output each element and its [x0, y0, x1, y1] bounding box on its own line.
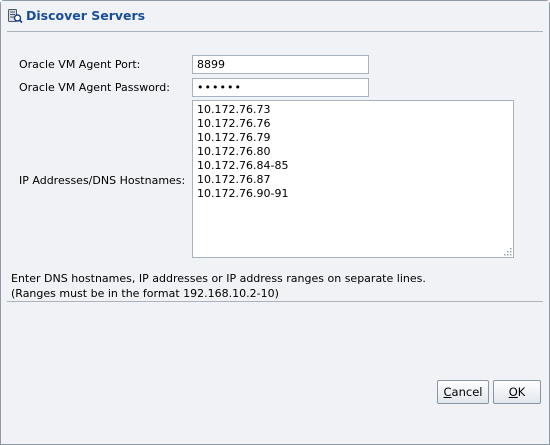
agent-password-input[interactable]: ••••••: [192, 78, 369, 97]
ip-line: 10.172.76.87: [197, 173, 271, 186]
help-line: (Ranges must be in the format 192.168.10…: [11, 287, 279, 300]
ip-line: 10.172.76.90-91: [197, 187, 289, 200]
help-divider: [7, 301, 543, 302]
cancel-mnemonic: C: [443, 385, 452, 399]
discover-servers-dialog: Discover Servers Oracle VM Agent Port: O…: [0, 0, 550, 445]
ip-line: 10.172.76.84-85: [197, 159, 289, 172]
cancel-button[interactable]: Cancel: [437, 380, 489, 404]
ok-mnemonic: O: [508, 385, 518, 399]
help-text: Enter DNS hostnames, IP addresses or IP …: [11, 271, 426, 301]
ok-label: K: [517, 385, 526, 399]
title-divider: [7, 31, 543, 32]
ip-hostnames-label: IP Addresses/DNS Hostnames:: [19, 174, 186, 187]
ip-line: 10.172.76.80: [197, 145, 271, 158]
ip-line: 10.172.76.76: [197, 117, 271, 130]
help-line: Enter DNS hostnames, IP addresses or IP …: [11, 272, 426, 285]
ip-line: 10.172.76.73: [197, 103, 271, 116]
ok-button[interactable]: OK: [493, 380, 541, 404]
ip-line: 10.172.76.79: [197, 131, 271, 144]
dialog-titlebar: Discover Servers: [1, 1, 549, 31]
agent-port-input[interactable]: [192, 55, 369, 74]
password-label: Oracle VM Agent Password:: [19, 81, 170, 94]
dialog-title: Discover Servers: [26, 8, 146, 23]
cancel-label: ancel: [451, 385, 483, 399]
ip-hostnames-textarea[interactable]: 10.172.76.73 10.172.76.76 10.172.76.79 1…: [192, 100, 514, 258]
server-discovery-icon: [7, 8, 23, 24]
resize-grip-icon[interactable]: [502, 246, 512, 256]
port-label: Oracle VM Agent Port:: [19, 58, 141, 71]
